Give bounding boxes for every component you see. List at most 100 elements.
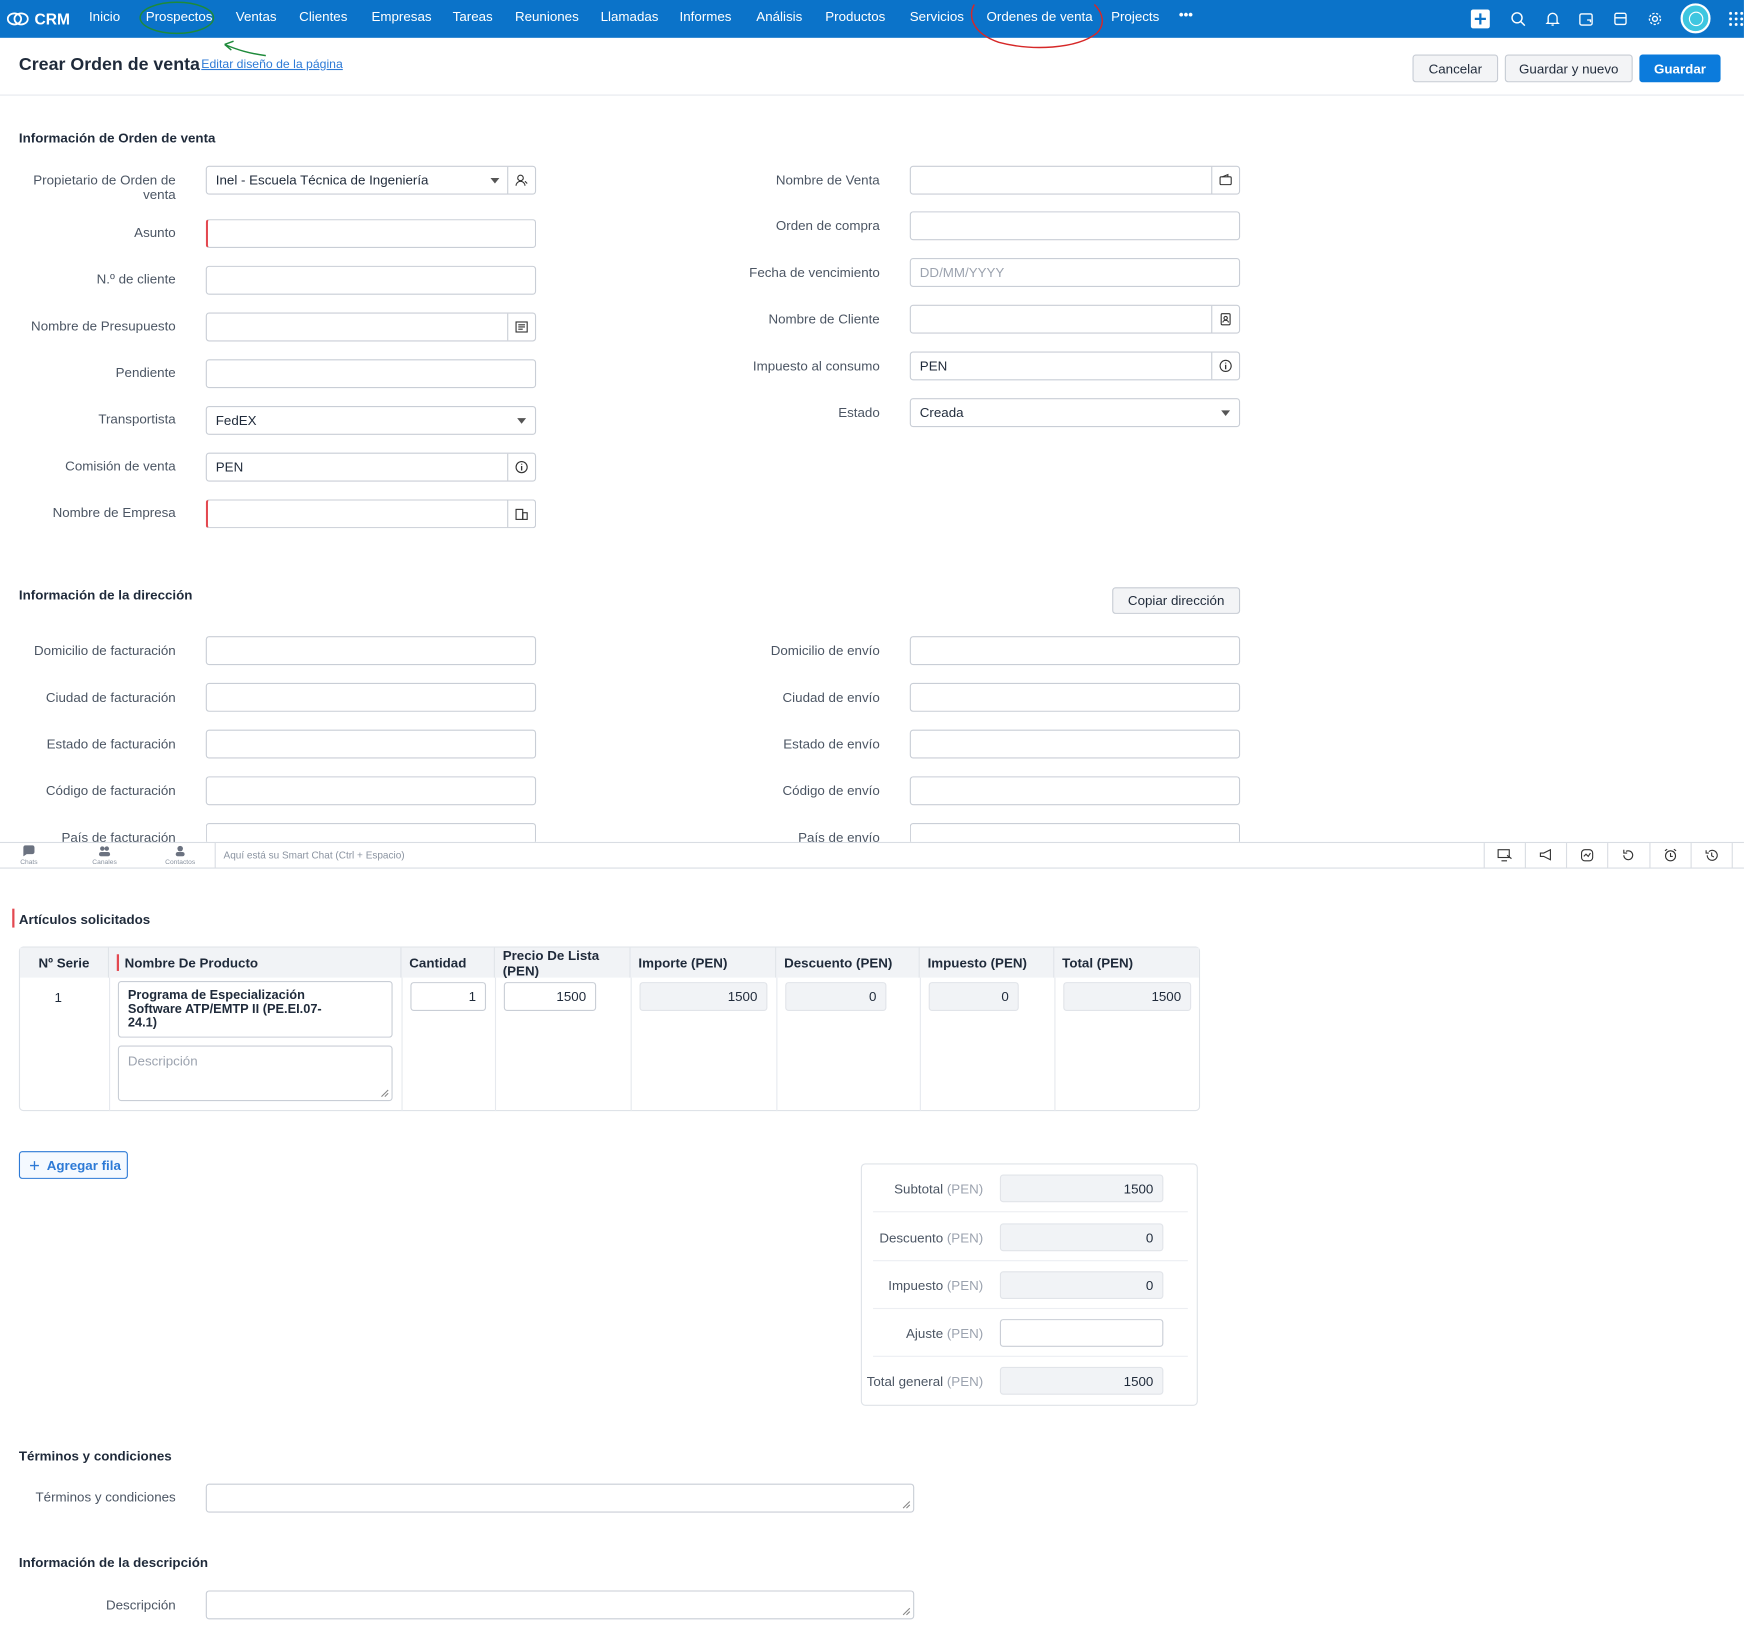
currency-label: (PEN) <box>946 1181 984 1197</box>
quantity-input[interactable]: 1 <box>410 982 487 1011</box>
subject-input[interactable] <box>205 219 537 249</box>
info-icon[interactable] <box>507 453 535 481</box>
nav-projects[interactable]: Projects <box>1111 9 1159 25</box>
building-icon[interactable] <box>507 500 535 528</box>
nav-analisis[interactable]: Análisis <box>756 9 802 25</box>
carrier-label: Transportista <box>98 411 176 428</box>
currency-label: (PEN) <box>946 1373 984 1390</box>
tax-total-value[interactable]: 0 <box>999 1271 1164 1300</box>
due-date-input[interactable]: DD/MM/YYYY <box>909 258 1241 287</box>
alarm-clock-icon[interactable] <box>1649 843 1690 868</box>
company-lookup-input[interactable] <box>205 499 537 529</box>
history-icon[interactable] <box>1690 843 1732 868</box>
channels-tab[interactable]: Canales <box>82 845 126 866</box>
crm-logo[interactable]: CRM <box>6 8 70 30</box>
apps-grid-icon[interactable] <box>1725 8 1744 30</box>
list-price-input[interactable]: 1500 <box>503 982 597 1011</box>
bell-icon[interactable] <box>1542 8 1564 30</box>
shipping-country-input[interactable] <box>909 823 1241 842</box>
excise-input[interactable]: PEN <box>909 351 1241 381</box>
crm-logo-icon <box>6 12 29 26</box>
contact-lookup-input[interactable] <box>909 304 1241 334</box>
contact-card-icon[interactable] <box>1211 305 1239 333</box>
pending-input[interactable] <box>205 359 537 389</box>
quote-lookup-input[interactable] <box>205 312 537 342</box>
nav-productos[interactable]: Productos <box>825 9 885 25</box>
tax-value[interactable]: 0 <box>928 982 1019 1011</box>
product-description-textarea[interactable]: Descripción <box>117 1045 393 1102</box>
discount-label-text: Descuento <box>879 1230 944 1246</box>
smart-chat-input[interactable]: Aquí está su Smart Chat (Ctrl + Espacio) <box>224 850 405 861</box>
megaphone-icon[interactable] <box>1524 843 1566 868</box>
edit-layout-link[interactable]: Editar diseño de la página <box>201 58 342 71</box>
customer-no-input[interactable] <box>205 265 537 295</box>
quote-label: Nombre de Presupuesto <box>31 318 176 334</box>
screen-share-icon[interactable] <box>1483 843 1525 868</box>
terms-textarea[interactable] <box>205 1483 915 1513</box>
adjustment-input[interactable] <box>999 1319 1164 1347</box>
wallet-icon[interactable] <box>1211 166 1239 194</box>
activity-icon[interactable] <box>1565 843 1607 868</box>
chat-bar-overflow[interactable] <box>1731 843 1744 868</box>
col-discount: Descuento (PEN) <box>776 947 920 978</box>
nav-more-icon[interactable]: ••• <box>1179 7 1193 23</box>
nav-reuniones[interactable]: Reuniones <box>515 9 579 25</box>
shipping-city-input[interactable] <box>909 682 1241 712</box>
commission-input[interactable]: PEN <box>205 452 537 482</box>
nav-tareas[interactable]: Tareas <box>453 9 493 25</box>
billing-street-input[interactable] <box>205 636 537 666</box>
channels-tab-label: Canales <box>92 859 117 867</box>
total-value: 1500 <box>1063 982 1192 1011</box>
add-row-button[interactable]: Agregar fila <box>18 1151 128 1179</box>
billing-country-input[interactable] <box>205 823 537 842</box>
billing-city-input[interactable] <box>205 682 537 712</box>
shipping-code-input[interactable] <box>909 776 1241 806</box>
avatar[interactable] <box>1680 3 1711 34</box>
calendar-icon[interactable] <box>1575 8 1597 30</box>
nav-llamadas[interactable]: Llamadas <box>601 9 659 25</box>
store-icon[interactable] <box>1609 8 1631 30</box>
shipping-state-input[interactable] <box>909 729 1241 759</box>
description-textarea[interactable] <box>205 1590 915 1620</box>
commission-currency: PEN <box>215 459 244 475</box>
discount-total-value[interactable]: 0 <box>999 1223 1164 1252</box>
nav-informes[interactable]: Informes <box>680 9 732 25</box>
info-icon[interactable] <box>1211 352 1239 380</box>
resize-handle-icon[interactable] <box>380 1089 389 1098</box>
billing-code-input[interactable] <box>205 776 537 806</box>
description-label: Descripción <box>105 1597 176 1613</box>
user-lookup-icon[interactable] <box>507 166 535 194</box>
owner-select[interactable]: Inel - Escuela Técnica de Ingeniería <box>205 165 537 195</box>
nav-clientes[interactable]: Clientes <box>299 9 347 25</box>
copy-address-button[interactable]: Copiar dirección <box>1112 587 1241 614</box>
nav-servicios[interactable]: Servicios <box>910 9 964 25</box>
column-divider <box>1054 977 1056 1112</box>
carrier-select[interactable]: FedEX <box>205 405 537 435</box>
po-input[interactable] <box>909 211 1241 241</box>
save-and-new-button[interactable]: Guardar y nuevo <box>1504 54 1633 83</box>
product-name-input[interactable]: Programa de Especialización Software ATP… <box>117 980 393 1038</box>
billing-state-input[interactable] <box>205 729 537 759</box>
tax-label-text: Impuesto <box>888 1277 944 1294</box>
resize-handle-icon[interactable] <box>902 1607 911 1616</box>
plus-icon[interactable] <box>1469 8 1491 30</box>
page-header: Crear Orden de venta Editar diseño de la… <box>0 38 1744 96</box>
chats-tab[interactable]: Chats <box>7 845 51 866</box>
search-icon[interactable] <box>1507 8 1529 30</box>
nav-inicio[interactable]: Inicio <box>89 9 120 25</box>
quote-lookup-icon[interactable] <box>507 313 535 341</box>
refresh-icon[interactable] <box>1607 843 1648 868</box>
status-select[interactable]: Creada <box>909 398 1241 428</box>
contacts-tab[interactable]: Contactos <box>158 845 202 866</box>
owner-label: Propietario de Orden de venta <box>22 173 175 203</box>
resize-handle-icon[interactable] <box>902 1500 911 1509</box>
shipping-street-input[interactable] <box>909 636 1241 666</box>
nav-empresas[interactable]: Empresas <box>371 9 431 25</box>
discount-value[interactable]: 0 <box>785 982 887 1011</box>
customer-no-label: N.º de cliente <box>96 271 176 287</box>
cancel-button[interactable]: Cancelar <box>1412 54 1499 83</box>
save-button[interactable]: Guardar <box>1639 54 1721 83</box>
deal-lookup-input[interactable] <box>909 165 1241 195</box>
terms-section-title: Términos y condiciones <box>18 1448 172 1464</box>
gear-icon[interactable] <box>1644 8 1666 30</box>
